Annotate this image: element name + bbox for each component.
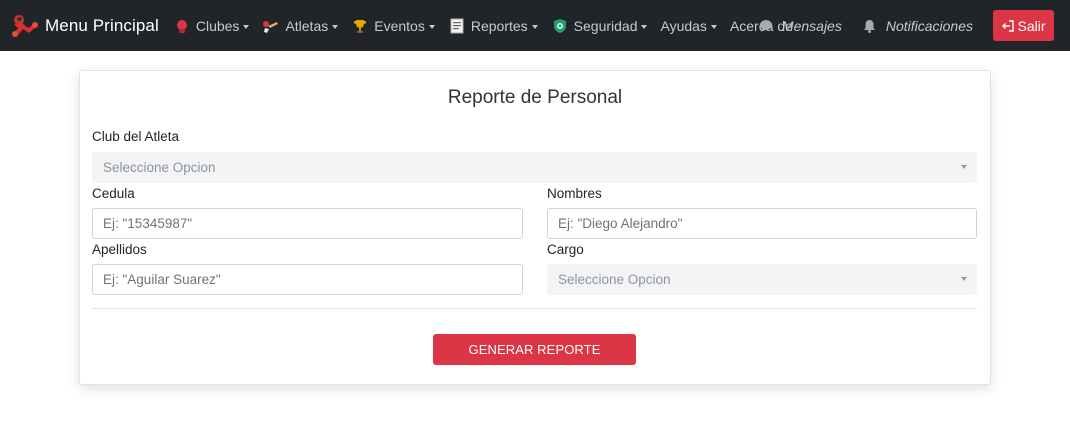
chevron-down-icon xyxy=(641,24,648,29)
apellidos-input[interactable] xyxy=(92,264,523,295)
trophy-icon xyxy=(351,17,369,35)
report-form-card: Reporte de Personal Club del Atleta Sele… xyxy=(79,70,991,385)
cargo-select-value: Seleccione Opcion xyxy=(558,272,671,287)
cedula-input[interactable] xyxy=(92,208,523,239)
chevron-down-icon xyxy=(961,277,967,281)
chevron-down-icon xyxy=(710,24,717,29)
chevron-down-icon xyxy=(428,24,435,29)
logout-label: Salir xyxy=(1017,17,1046,34)
nombres-input[interactable] xyxy=(547,208,977,239)
cedula-label: Cedula xyxy=(92,186,135,201)
nav-atletas[interactable]: Atletas xyxy=(262,0,339,51)
nav-clubes[interactable]: Clubes xyxy=(173,0,250,51)
chevron-down-icon xyxy=(332,24,339,29)
club-select[interactable]: Seleccione Opcion xyxy=(92,152,977,183)
nav-reportes[interactable]: Reportes xyxy=(448,0,538,51)
nav-mensajes[interactable]: Mensajes xyxy=(758,18,842,34)
club-label: Club del Atleta xyxy=(92,129,180,144)
chat-bubble-icon xyxy=(758,18,774,34)
nav-atletas-label: Atletas xyxy=(285,17,329,34)
nav-reportes-label: Reportes xyxy=(470,17,528,34)
brand-link[interactable]: Menu Principal xyxy=(8,0,159,51)
shield-icon xyxy=(551,17,569,35)
boxer-logo-icon xyxy=(8,10,40,42)
nav-notificaciones-label: Notificaciones xyxy=(885,17,973,34)
nav-clubes-label: Clubes xyxy=(195,17,240,34)
nombres-label: Nombres xyxy=(547,186,602,201)
boxing-glove-icon xyxy=(173,17,191,35)
nav-seguridad-label: Seguridad xyxy=(573,17,638,34)
brand-title: Menu Principal xyxy=(45,15,159,35)
nav-eventos[interactable]: Eventos xyxy=(351,0,435,51)
bell-icon xyxy=(862,18,878,34)
cargo-select[interactable]: Seleccione Opcion xyxy=(547,264,977,295)
form-divider xyxy=(92,308,977,309)
nav-notificaciones[interactable]: Notificaciones xyxy=(862,18,973,34)
apellidos-label: Apellidos xyxy=(92,242,147,257)
cargo-label: Cargo xyxy=(547,242,584,257)
report-document-icon xyxy=(448,17,466,35)
nav-mensajes-label: Mensajes xyxy=(781,17,842,34)
top-navbar: Menu Principal Clubes Atletas Eventos Re… xyxy=(0,0,1070,51)
athlete-icon xyxy=(262,17,280,35)
page-title: Reporte de Personal xyxy=(447,87,623,108)
logout-icon xyxy=(1001,19,1015,33)
nav-ayudas-label: Ayudas xyxy=(660,17,707,34)
chevron-down-icon xyxy=(961,165,967,169)
logout-button[interactable]: Salir xyxy=(993,10,1054,41)
nav-seguridad[interactable]: Seguridad xyxy=(551,0,648,51)
nav-eventos-label: Eventos xyxy=(374,17,425,34)
nav-ayudas[interactable]: Ayudas xyxy=(660,0,717,51)
club-select-value: Seleccione Opcion xyxy=(103,160,216,175)
chevron-down-icon xyxy=(243,24,250,29)
chevron-down-icon xyxy=(531,24,538,29)
generate-report-button[interactable]: GENERAR REPORTE xyxy=(433,334,636,365)
